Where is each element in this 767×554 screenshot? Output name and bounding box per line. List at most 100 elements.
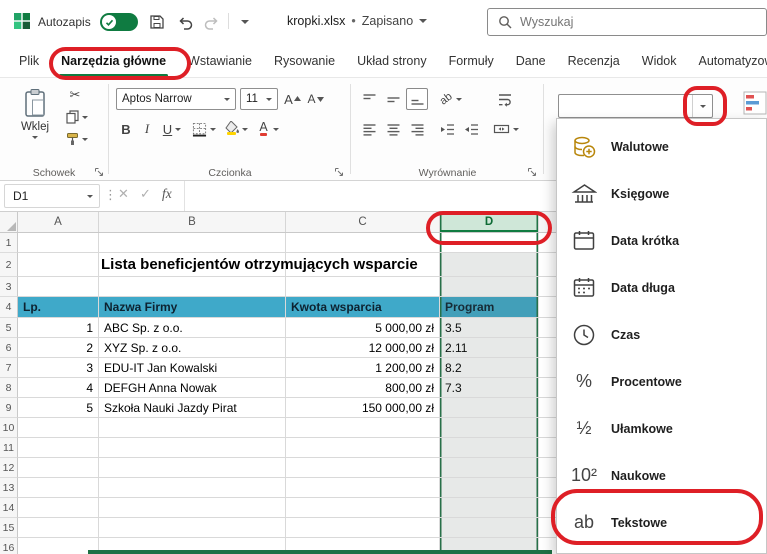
row-header-3[interactable]: 3 bbox=[0, 277, 18, 297]
bold-button[interactable]: B bbox=[116, 118, 136, 140]
cell-A3[interactable] bbox=[18, 277, 99, 297]
cell-A10[interactable] bbox=[18, 418, 99, 438]
cell-A2[interactable] bbox=[18, 253, 99, 277]
tab-wstawianie[interactable]: Wstawianie bbox=[177, 44, 263, 77]
cell-D8[interactable]: 7.3 bbox=[440, 378, 539, 398]
cell-C14[interactable] bbox=[286, 498, 440, 518]
chevron-down-icon[interactable] bbox=[219, 89, 235, 109]
menu-item-long-date[interactable]: Data długa bbox=[557, 264, 766, 311]
cancel-icon[interactable]: ✕ bbox=[118, 186, 129, 202]
cell-A1[interactable] bbox=[18, 233, 99, 253]
cell-D4[interactable]: Program bbox=[440, 297, 539, 318]
cell-C15[interactable] bbox=[286, 518, 440, 538]
cell-A11[interactable] bbox=[18, 438, 99, 458]
cell-A6[interactable]: 2 bbox=[18, 338, 99, 358]
redo-icon[interactable] bbox=[200, 12, 222, 32]
dialog-launcher-icon[interactable] bbox=[94, 167, 104, 177]
cell-D10[interactable] bbox=[440, 418, 539, 438]
column-header-D[interactable]: D bbox=[440, 212, 539, 232]
autosave-toggle[interactable] bbox=[100, 13, 138, 31]
cell-A5[interactable]: 1 bbox=[18, 318, 99, 338]
decrease-font-size-button[interactable]: A bbox=[305, 88, 326, 110]
enter-icon[interactable]: ✓ bbox=[140, 186, 151, 202]
cell-C6[interactable]: 12 000,00 zł bbox=[286, 338, 440, 358]
row-header-16[interactable]: 16 bbox=[0, 538, 18, 554]
dialog-launcher-icon[interactable] bbox=[334, 167, 344, 177]
row-header-15[interactable]: 15 bbox=[0, 518, 18, 538]
decrease-indent-button[interactable] bbox=[436, 118, 458, 140]
increase-font-size-button[interactable]: A bbox=[282, 88, 303, 110]
insert-function-icon[interactable]: fx bbox=[162, 186, 172, 202]
select-all-button[interactable] bbox=[0, 212, 18, 232]
row-header-8[interactable]: 8 bbox=[0, 378, 18, 398]
row-header-2[interactable]: 2 bbox=[0, 253, 18, 277]
number-format-dropdown-arrow[interactable] bbox=[692, 95, 712, 117]
menu-item-scientific[interactable]: 10²Naukowe bbox=[557, 452, 766, 499]
cell-D9[interactable] bbox=[440, 398, 539, 418]
borders-button[interactable] bbox=[190, 118, 218, 140]
format-painter-button[interactable] bbox=[62, 130, 92, 148]
cell-D7[interactable]: 8.2 bbox=[440, 358, 539, 378]
cell-D15[interactable] bbox=[440, 518, 539, 538]
cell-D2[interactable] bbox=[440, 253, 539, 277]
cell-D3[interactable] bbox=[440, 277, 539, 297]
menu-item-percent[interactable]: %Procentowe bbox=[557, 358, 766, 405]
document-title[interactable]: kropki.xlsx • Zapisano bbox=[287, 14, 427, 28]
align-center-button[interactable] bbox=[382, 118, 404, 140]
cell-B6[interactable]: XYZ Sp. z o.o. bbox=[99, 338, 286, 358]
cell-C3[interactable] bbox=[286, 277, 440, 297]
cell-C4[interactable]: Kwota wsparcia bbox=[286, 297, 440, 318]
cell-B3[interactable] bbox=[99, 277, 286, 297]
cell-B14[interactable] bbox=[99, 498, 286, 518]
orientation-button[interactable]: ab bbox=[436, 88, 466, 110]
search-input[interactable] bbox=[520, 15, 720, 29]
menu-item-accounting[interactable]: Księgowe bbox=[557, 170, 766, 217]
cell-A7[interactable]: 3 bbox=[18, 358, 99, 378]
cell-A9[interactable]: 5 bbox=[18, 398, 99, 418]
align-right-button[interactable] bbox=[406, 118, 428, 140]
cell-A16[interactable] bbox=[18, 538, 99, 554]
undo-icon[interactable] bbox=[174, 12, 196, 32]
column-header-A[interactable]: A bbox=[18, 212, 99, 232]
tab-rysowanie[interactable]: Rysowanie bbox=[263, 44, 346, 77]
cell-B15[interactable] bbox=[99, 518, 286, 538]
cell-B4[interactable]: Nazwa Firmy bbox=[99, 297, 286, 318]
cell-B7[interactable]: EDU-IT Jan Kowalski bbox=[99, 358, 286, 378]
column-header-C[interactable]: C bbox=[286, 212, 440, 232]
cell-B8[interactable]: DEFGH Anna Nowak bbox=[99, 378, 286, 398]
italic-button[interactable]: I bbox=[137, 118, 157, 140]
cell-C13[interactable] bbox=[286, 478, 440, 498]
row-header-1[interactable]: 1 bbox=[0, 233, 18, 253]
name-box[interactable]: D1 bbox=[4, 184, 100, 208]
paste-button[interactable]: Wklej bbox=[12, 84, 58, 154]
menu-item-fraction[interactable]: ½Ułamkowe bbox=[557, 405, 766, 452]
merge-center-button[interactable] bbox=[490, 118, 522, 140]
save-icon[interactable] bbox=[146, 12, 168, 32]
row-header-10[interactable]: 10 bbox=[0, 418, 18, 438]
cell-A13[interactable] bbox=[18, 478, 99, 498]
underline-button[interactable]: U bbox=[158, 118, 186, 140]
menu-item-text[interactable]: abTekstowe bbox=[557, 499, 766, 546]
customize-qat-icon[interactable] bbox=[234, 12, 256, 32]
font-color-button[interactable]: A bbox=[254, 118, 282, 140]
fill-color-button[interactable] bbox=[222, 118, 250, 140]
menu-item-currency[interactable]: Walutowe bbox=[557, 123, 766, 170]
column-header-B[interactable]: B bbox=[99, 212, 286, 232]
row-header-14[interactable]: 14 bbox=[0, 498, 18, 518]
cell-C11[interactable] bbox=[286, 438, 440, 458]
tab-widok[interactable]: Widok bbox=[631, 44, 688, 77]
menu-item-short-date[interactable]: Data krótka bbox=[557, 217, 766, 264]
cell-B13[interactable] bbox=[99, 478, 286, 498]
cell-A8[interactable]: 4 bbox=[18, 378, 99, 398]
cell-C10[interactable] bbox=[286, 418, 440, 438]
tab-formuły[interactable]: Formuły bbox=[438, 44, 505, 77]
tab-recenzja[interactable]: Recenzja bbox=[557, 44, 631, 77]
cut-button[interactable]: ✂ bbox=[64, 86, 86, 104]
row-header-12[interactable]: 12 bbox=[0, 458, 18, 478]
cell-B11[interactable] bbox=[99, 438, 286, 458]
chevron-down-icon[interactable] bbox=[261, 89, 277, 109]
cell-C5[interactable]: 5 000,00 zł bbox=[286, 318, 440, 338]
cell-C9[interactable]: 150 000,00 zł bbox=[286, 398, 440, 418]
align-top-button[interactable] bbox=[358, 88, 380, 110]
search-box[interactable] bbox=[487, 8, 767, 36]
